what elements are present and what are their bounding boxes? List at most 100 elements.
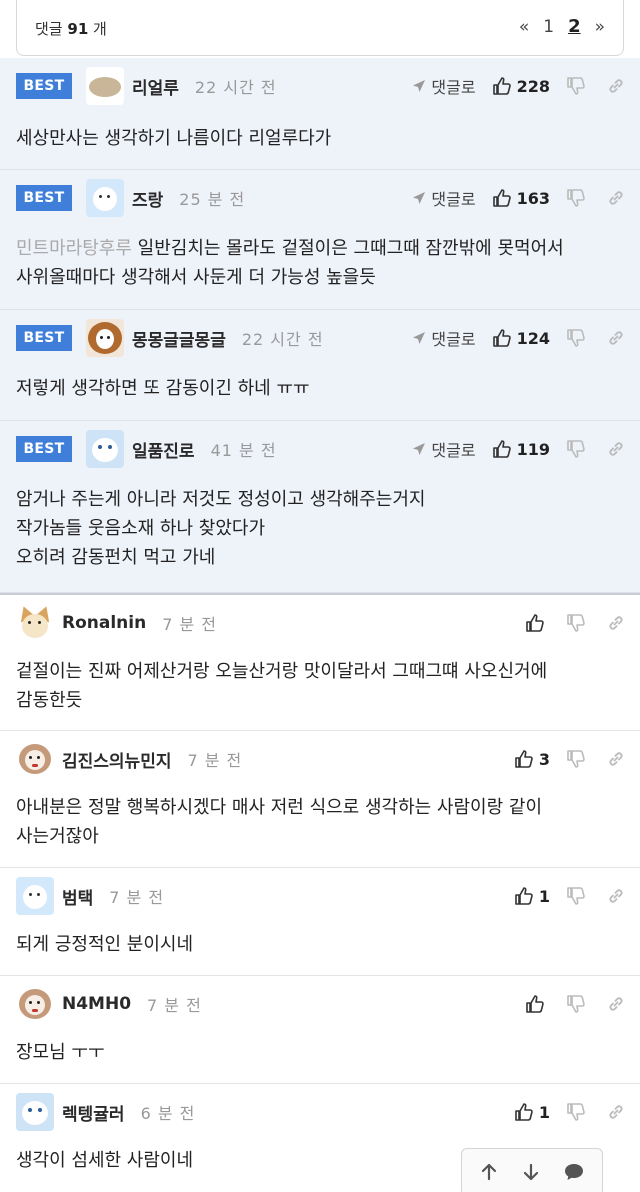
comment-line: 세상만사는 생각하기 나름이다 리얼루다가 (16, 128, 332, 149)
reply-label: 댓글로 (431, 441, 476, 460)
reply-button[interactable]: 댓글로 (411, 437, 476, 461)
link-icon (606, 749, 626, 769)
pager-first-button[interactable]: « (519, 17, 529, 37)
comment-author[interactable]: 리얼루 (132, 74, 179, 99)
dislike-button[interactable] (566, 1102, 586, 1122)
comment-meta: BEST 리얼루 22 시간 전 (16, 58, 277, 114)
best-badge: BEST (16, 325, 72, 351)
like-count: 1 (538, 1102, 550, 1122)
avatar[interactable] (86, 430, 124, 468)
comment-body: 아내분은 정말 행복하시겠다 매사 저런 식으로 생각하는 사람이랑 같이 사는… (16, 793, 626, 851)
thumbs-up-icon (514, 1102, 534, 1122)
comment-author[interactable]: N4MH0 (62, 994, 131, 1014)
dislike-button[interactable] (566, 188, 586, 208)
comment-meta: 범택 7 분 전 (16, 868, 164, 924)
like-button[interactable]: 124 (492, 328, 550, 348)
thumbs-down-icon (566, 994, 586, 1014)
dislike-button[interactable] (566, 76, 586, 96)
like-button[interactable] (525, 994, 550, 1014)
comment-time: 22 시간 전 (194, 78, 277, 97)
like-count: 1 (538, 886, 550, 906)
thumbs-down-icon (566, 613, 586, 633)
thumbs-up-icon (514, 749, 534, 769)
comment-line: 감동한듯 (16, 690, 83, 711)
avatar[interactable] (16, 604, 54, 642)
avatar[interactable] (86, 179, 124, 217)
reply-arrow-icon (411, 190, 427, 206)
reply-button[interactable]: 댓글로 (411, 326, 476, 350)
thumbs-down-icon (566, 439, 586, 459)
like-button[interactable] (525, 613, 550, 633)
comment-author[interactable]: 렉텡귤러 (62, 1100, 125, 1125)
comment-count-number: 91 (67, 20, 89, 38)
copy-link-button[interactable] (606, 328, 626, 348)
pager-next-button[interactable]: » (595, 17, 605, 37)
copy-link-button[interactable] (606, 439, 626, 459)
scroll-up-button[interactable] (479, 1162, 499, 1182)
pager-page-1[interactable]: 1 (543, 17, 554, 37)
copy-link-button[interactable] (606, 613, 626, 633)
comment-author[interactable]: 김진스의뉴민지 (62, 747, 171, 772)
comments-button[interactable] (563, 1162, 585, 1182)
comment-author[interactable]: 즈랑 (132, 186, 163, 211)
comment-time: 6 분 전 (140, 1104, 196, 1123)
dislike-button[interactable] (566, 328, 586, 348)
comment-line: 암거나 주는게 아니라 저것도 정성이고 생각해주는거지 (16, 489, 426, 510)
like-button[interactable]: 1 (514, 886, 550, 906)
comment-body: 장모님 ㅜㅜ (16, 1038, 626, 1067)
dislike-button[interactable] (566, 749, 586, 769)
copy-link-button[interactable] (606, 886, 626, 906)
comment-author[interactable]: 범택 (62, 884, 93, 909)
dislike-button[interactable] (566, 439, 586, 459)
comment-line: 작가놈들 웃음소재 하나 찾았다가 (16, 518, 266, 539)
dislike-button[interactable] (566, 994, 586, 1014)
comment-actions: 댓글로 124 (411, 310, 626, 366)
avatar[interactable] (86, 67, 124, 105)
thumbs-up-icon (514, 886, 534, 906)
comment-actions: 3 (514, 731, 626, 787)
like-count: 3 (538, 749, 550, 769)
avatar[interactable] (16, 877, 54, 915)
dislike-button[interactable] (566, 886, 586, 906)
like-count: 163 (516, 188, 550, 208)
comment-time: 7 분 전 (109, 888, 165, 907)
avatar[interactable] (16, 985, 54, 1023)
like-button[interactable]: 119 (492, 439, 550, 459)
like-button[interactable]: 1 (514, 1102, 550, 1122)
copy-link-button[interactable] (606, 188, 626, 208)
pager-page-2-current[interactable]: 2 (568, 16, 581, 37)
thumbs-up-icon (492, 76, 512, 96)
copy-link-button[interactable] (606, 994, 626, 1014)
floating-nav-bar (461, 1148, 603, 1192)
comment-line: 되게 긍정적인 분이시네 (16, 934, 194, 955)
copy-link-button[interactable] (606, 749, 626, 769)
avatar[interactable] (86, 319, 124, 357)
reply-button[interactable]: 댓글로 (411, 74, 476, 98)
like-count: 124 (516, 328, 550, 348)
comment-author[interactable]: 일품진로 (132, 437, 195, 462)
link-icon (606, 1102, 626, 1122)
reply-target-mention[interactable]: 민트마라탕후루 (16, 238, 132, 259)
like-button[interactable]: 163 (492, 188, 550, 208)
comment-author[interactable]: 몽몽글글몽글 (132, 326, 226, 351)
copy-link-button[interactable] (606, 1102, 626, 1122)
comment-body: 되게 긍정적인 분이시네 (16, 930, 626, 959)
comment-line: 사는거잖아 (16, 826, 99, 847)
comment-line: 저렇게 생각하면 또 감동이긴 하네 ㅠㅠ (16, 378, 310, 399)
like-button[interactable]: 228 (492, 76, 550, 96)
comment-author[interactable]: Ronalnin (62, 613, 146, 633)
thumbs-up-icon (492, 188, 512, 208)
comment-meta: BEST 몽몽글글몽글 22 시간 전 (16, 310, 324, 366)
like-button[interactable]: 3 (514, 749, 550, 769)
best-comment: BEST 즈랑 25 분 전 댓글로 163 민트마라탕후루 일반김치는 몰라도… (0, 170, 640, 310)
scroll-down-button[interactable] (521, 1162, 541, 1182)
avatar[interactable] (16, 740, 54, 778)
copy-link-button[interactable] (606, 76, 626, 96)
thumbs-down-icon (566, 749, 586, 769)
dislike-button[interactable] (566, 613, 586, 633)
comment-line: 장모님 ㅜㅜ (16, 1042, 105, 1063)
link-icon (606, 188, 626, 208)
comments-header: 댓글 91 개 « 1 2 » (0, 0, 640, 58)
reply-button[interactable]: 댓글로 (411, 186, 476, 210)
avatar[interactable] (16, 1093, 54, 1131)
